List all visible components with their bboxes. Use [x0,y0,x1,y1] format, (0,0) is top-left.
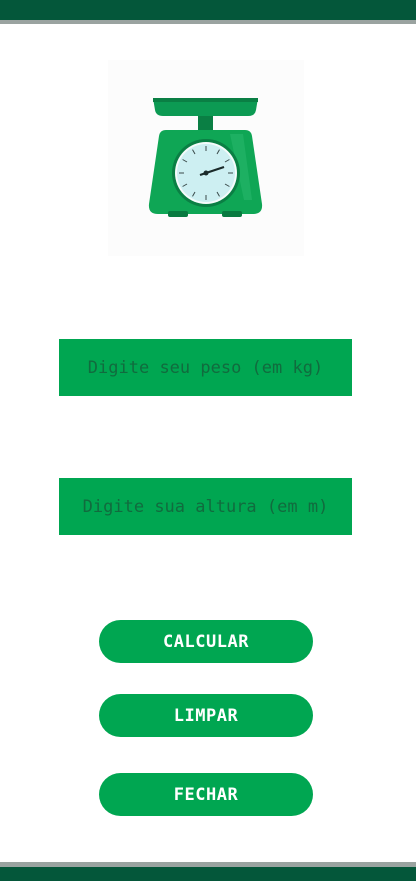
calculate-button[interactable]: CALCULAR [99,620,313,663]
scale-logo [108,60,304,256]
top-bar-shadow [0,20,416,24]
bottom-navigation-bar [0,867,416,881]
height-input[interactable] [59,478,352,535]
clear-button[interactable]: LIMPAR [99,694,313,737]
close-button[interactable]: FECHAR [99,773,313,816]
app-screen: CALCULAR LIMPAR FECHAR [0,0,416,881]
scale-icon [148,98,263,217]
weight-input[interactable] [59,339,352,396]
top-app-bar [0,0,416,20]
